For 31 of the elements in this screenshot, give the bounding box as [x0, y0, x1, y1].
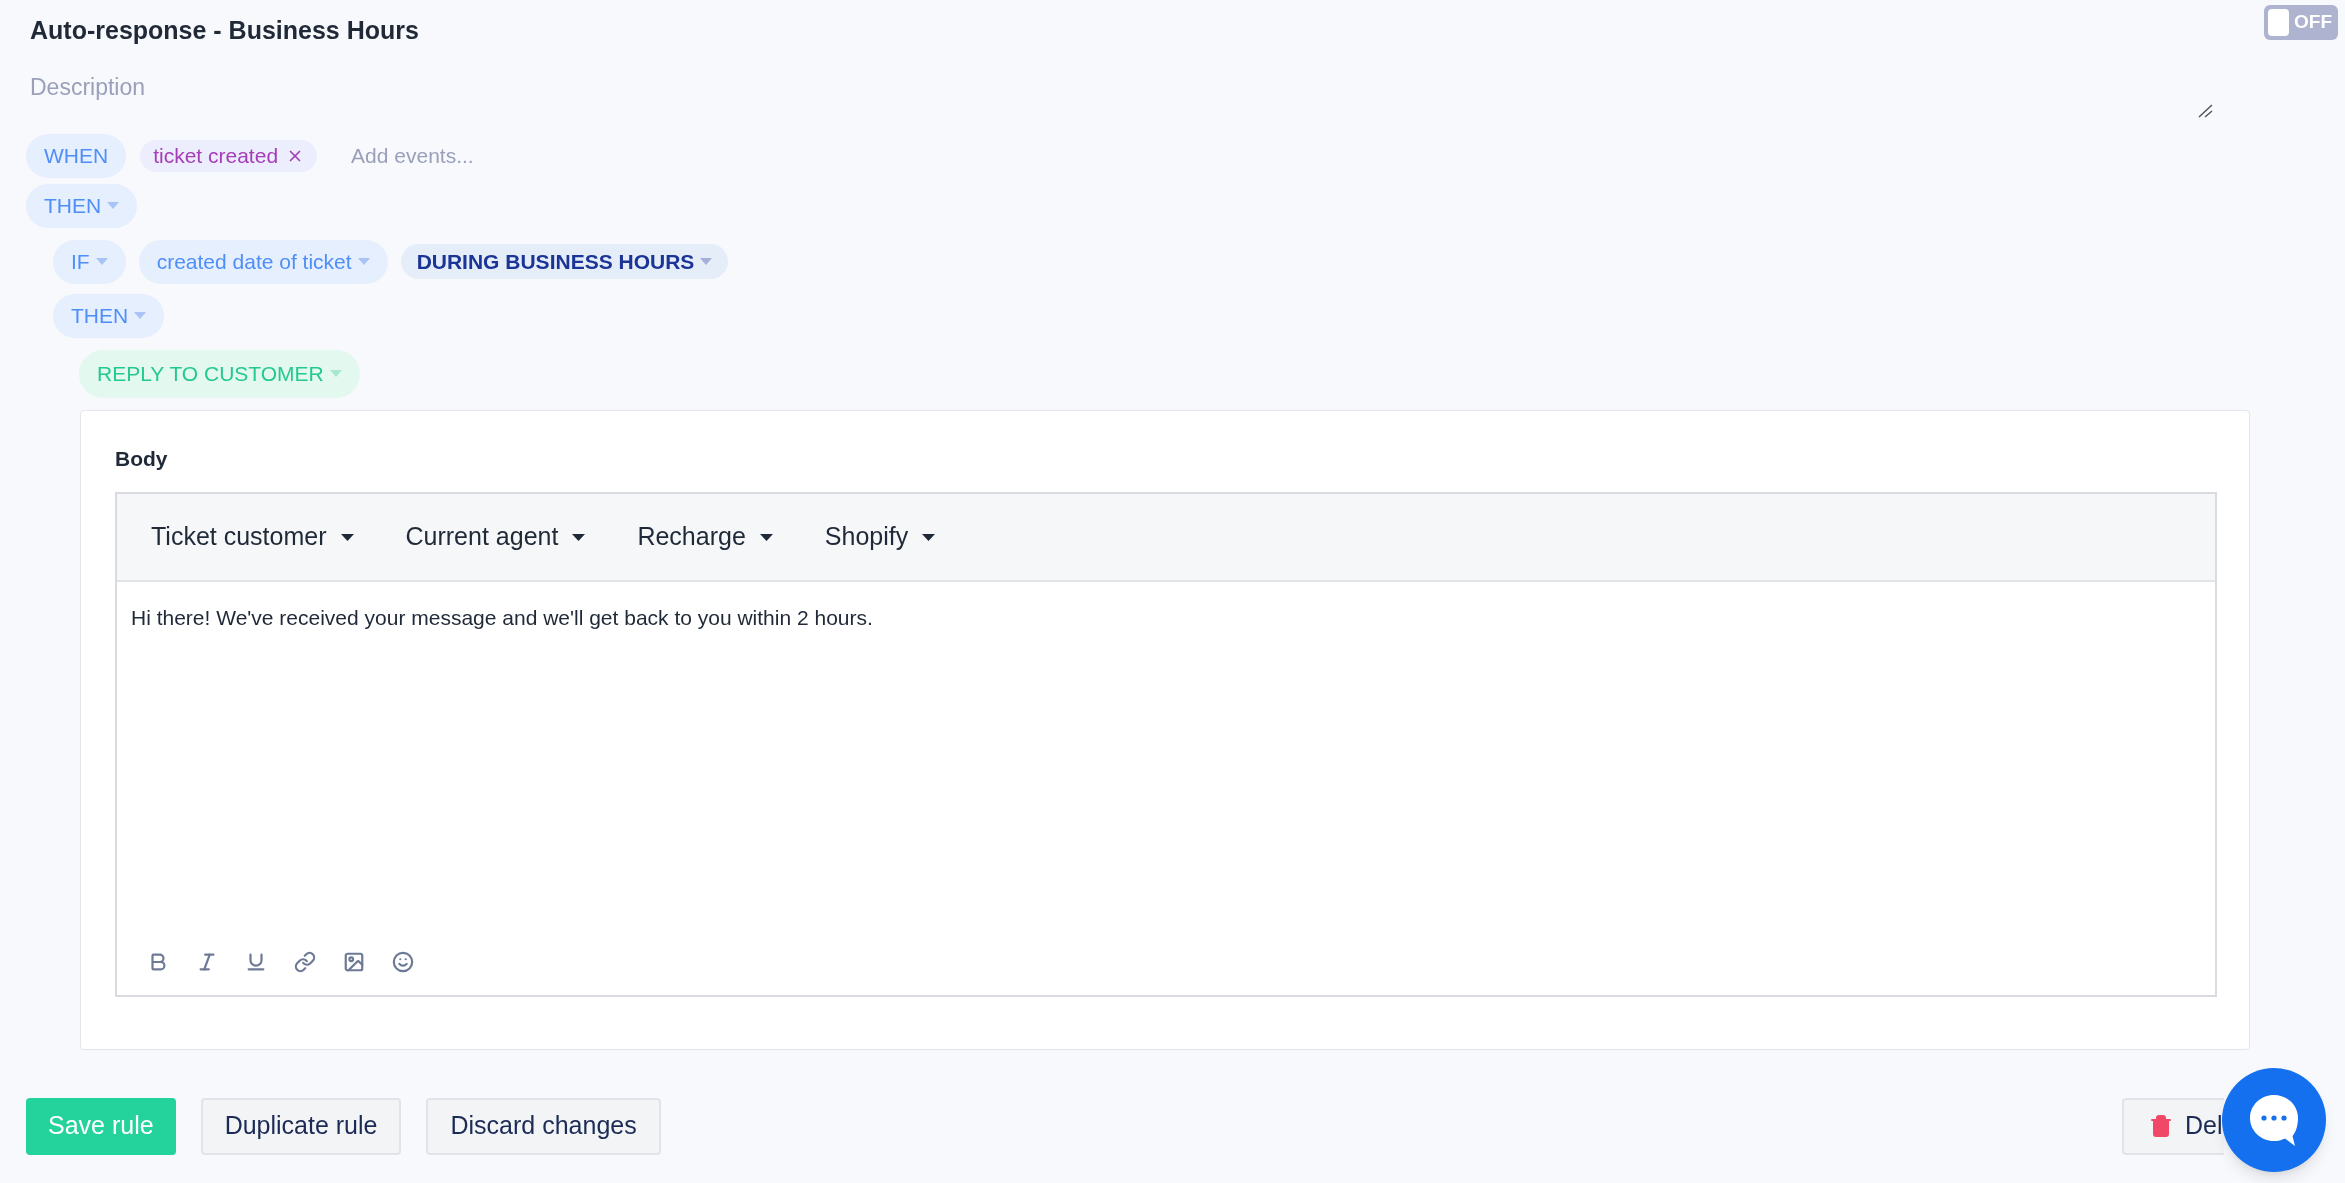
- variable-menu[interactable]: Shopify: [824, 518, 936, 556]
- caret-icon: [340, 533, 354, 541]
- description-field[interactable]: Description: [26, 69, 2216, 120]
- caret-icon: [134, 312, 147, 319]
- link-icon[interactable]: [294, 951, 316, 973]
- action-button[interactable]: Discard changes: [426, 1097, 661, 1155]
- caret-icon: [107, 202, 120, 209]
- variable-menu[interactable]: Current agent: [405, 518, 586, 556]
- rule-title: Auto-response - Business Hours: [30, 15, 419, 46]
- add-events-field[interactable]: Add events...: [351, 139, 652, 172]
- delete-button[interactable]: Del: [2122, 1097, 2224, 1155]
- emoji-icon[interactable]: [392, 951, 414, 973]
- caret-icon: [922, 533, 936, 541]
- caret-icon: [329, 370, 342, 377]
- underline-icon[interactable]: [245, 951, 267, 973]
- variable-menu[interactable]: Recharge: [637, 518, 773, 556]
- caret-icon: [700, 258, 713, 265]
- operator-dropdown[interactable]: DURING BUSINESS HOURS: [400, 244, 729, 279]
- variable-menu[interactable]: Ticket customer: [151, 518, 354, 556]
- event-chip[interactable]: ticket created: [140, 139, 318, 172]
- trash-icon: [2149, 1114, 2173, 1138]
- action-button[interactable]: Duplicate rule: [200, 1097, 402, 1155]
- caret-icon: [357, 258, 370, 265]
- body-label: Body: [115, 445, 169, 472]
- caret-icon: [95, 258, 108, 265]
- resize-handle-icon[interactable]: [2198, 103, 2214, 118]
- message-body[interactable]: Hi there! We've received your message and we'll get back to you within 2 hours.: [117, 582, 2215, 951]
- caret-icon: [572, 533, 586, 541]
- chat-bubble-icon: [2249, 1094, 2299, 1146]
- image-icon[interactable]: [343, 951, 365, 973]
- caret-icon: [759, 533, 773, 541]
